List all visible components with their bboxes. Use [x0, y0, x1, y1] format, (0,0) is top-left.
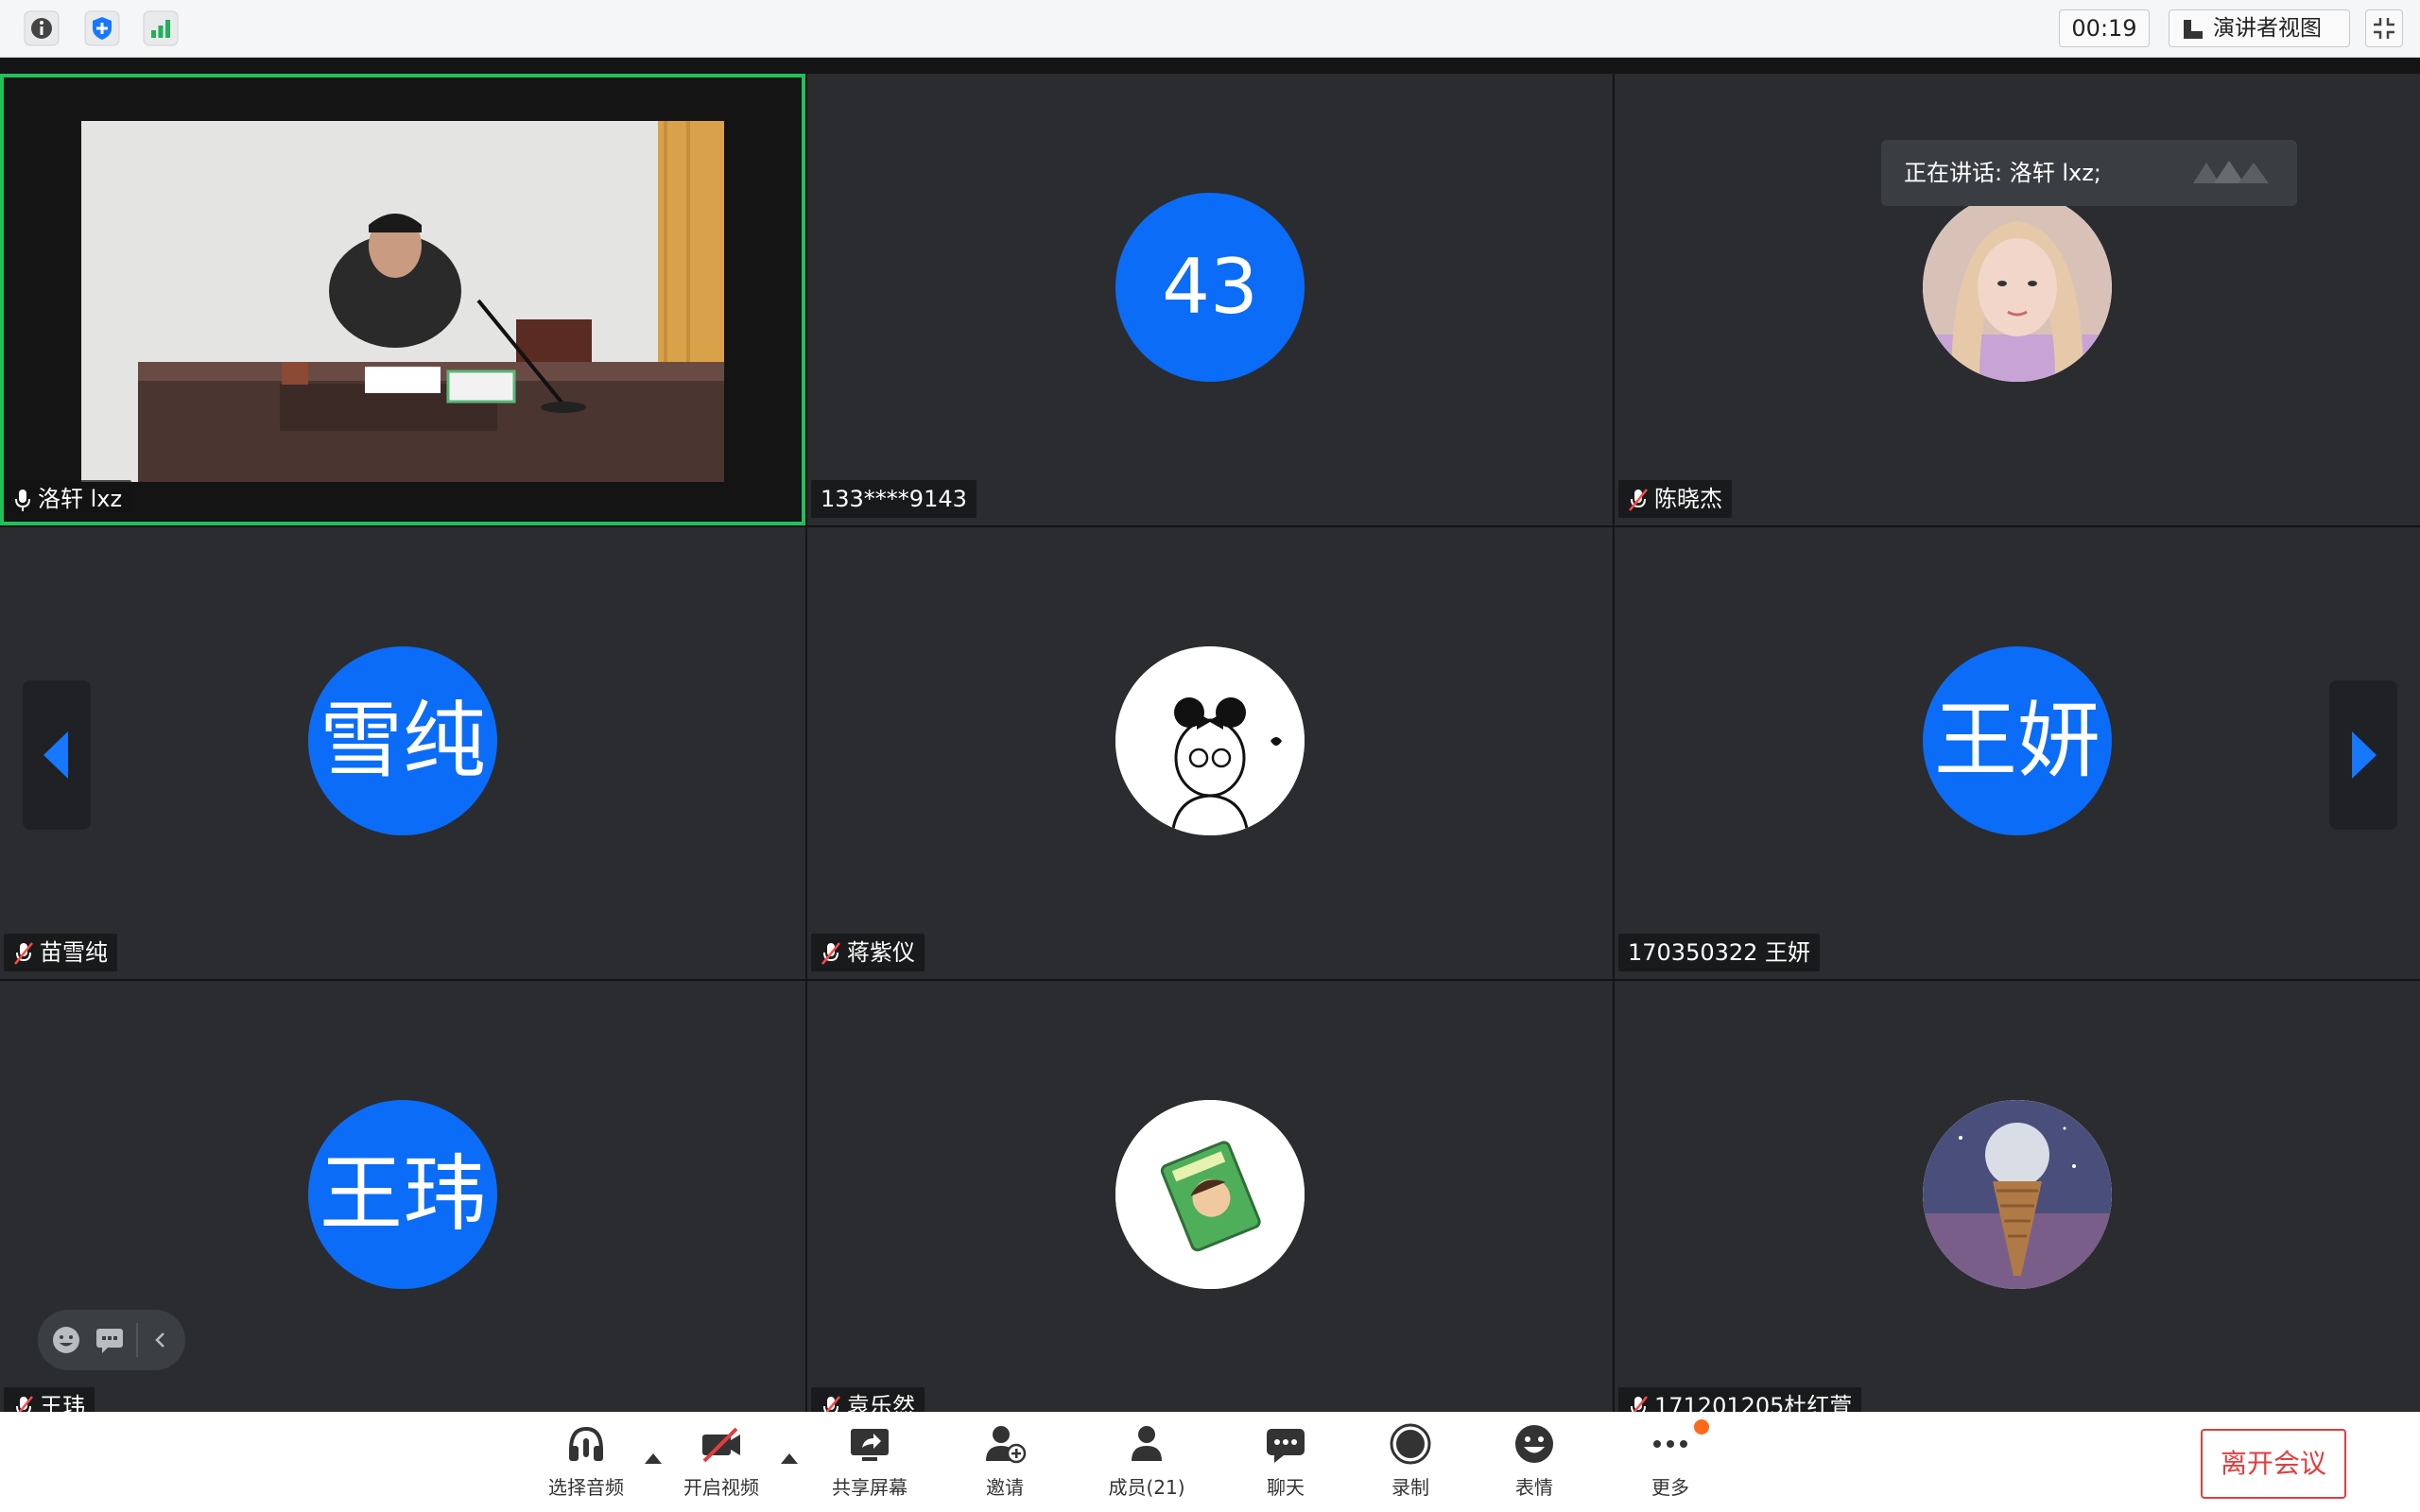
members-label: 成员(21) [1108, 1476, 1185, 1499]
participant-tile-8[interactable]: 袁乐然 [807, 981, 1613, 1412]
participant-name-tag: 王玮 [4, 1387, 95, 1412]
start-video-button[interactable]: 开启视频 [669, 1421, 773, 1506]
exit-fullscreen-button[interactable] [2365, 9, 2403, 47]
layout-icon [2184, 20, 2203, 39]
participant-name-tag: 133****9143 [811, 480, 977, 518]
chevron-left-icon [43, 731, 68, 779]
participant-avatar: 43 [1115, 193, 1305, 382]
participant-name-tag: 170350322 王妍 [1618, 934, 1821, 971]
headphones-icon [569, 1426, 603, 1461]
chat-icon [1267, 1429, 1305, 1463]
participant-name-tag: 苗雪纯 [4, 934, 117, 971]
chat-label: 聊天 [1267, 1476, 1305, 1499]
notification-dot [1694, 1419, 1709, 1435]
participant-avatar [1923, 193, 2112, 382]
invite-label: 邀请 [986, 1476, 1024, 1499]
emoji-icon [1515, 1425, 1553, 1463]
participant-avatar [1115, 646, 1305, 835]
participant-name-tag: 洛轩 lxz [4, 480, 132, 518]
record-button[interactable]: 录制 [1358, 1421, 1462, 1506]
more-button[interactable]: 更多 [1618, 1421, 1722, 1506]
network-signal-icon[interactable] [142, 9, 180, 47]
start-video-label: 开启视频 [683, 1476, 759, 1499]
participant-avatar: 雪纯 [308, 646, 497, 835]
participant-avatar: 王妍 [1923, 646, 2112, 835]
microphone-muted-icon [16, 1396, 33, 1412]
participant-name-tag: 袁乐然 [811, 1387, 925, 1412]
emoji-button[interactable]: 表情 [1482, 1421, 1586, 1506]
camera-off-icon [702, 1427, 740, 1463]
participant-avatar [1115, 1100, 1305, 1289]
record-icon [1390, 1423, 1431, 1465]
security-shield-icon[interactable] [83, 9, 121, 47]
microphone-muted-icon [821, 942, 840, 965]
more-label: 更多 [1651, 1476, 1689, 1499]
talking-indicator: 正在讲话: 洛轩 lxz; [1881, 140, 2297, 206]
select-audio-label: 选择音频 [548, 1476, 624, 1499]
microphone-muted-icon [823, 1396, 840, 1412]
members-icon [1132, 1426, 1162, 1461]
emoji-icon[interactable] [51, 1325, 81, 1355]
record-label: 录制 [1392, 1476, 1429, 1499]
info-icon[interactable] [23, 9, 60, 47]
participant-tile-1[interactable]: 洛轩 lxz [0, 74, 805, 525]
participant-name-tag: 陈晓杰 [1618, 480, 1732, 518]
invite-button[interactable]: 邀请 [953, 1421, 1057, 1506]
more-dots-icon [1653, 1440, 1687, 1448]
next-page-button[interactable] [2329, 680, 2397, 830]
select-audio-button[interactable]: 选择音频 [534, 1421, 638, 1506]
participant-tile-6[interactable]: 王妍 170350322 王妍 [1615, 527, 2420, 979]
top-bar: 00:19 演讲者视图 [0, 0, 2420, 58]
bullet-chat-icon[interactable] [95, 1325, 125, 1355]
participant-video [81, 121, 724, 482]
chat-button[interactable]: 聊天 [1234, 1421, 1338, 1506]
leave-meeting-button[interactable]: 离开会议 [2201, 1429, 2346, 1499]
collapse-chevron-icon[interactable] [147, 1327, 174, 1353]
previous-page-button[interactable] [23, 680, 91, 830]
participant-avatar: 王玮 [308, 1100, 497, 1289]
video-options-caret[interactable] [781, 1453, 798, 1464]
pill-divider [136, 1323, 138, 1357]
participant-tile-9[interactable]: 171201205杜红萱 [1615, 981, 2420, 1412]
app-logo-icon [2193, 161, 2269, 183]
audio-options-caret[interactable] [645, 1453, 662, 1464]
participant-avatar [1923, 1100, 2112, 1289]
participant-tile-5[interactable]: 蒋紫仪 [807, 527, 1613, 979]
add-user-icon [986, 1426, 1027, 1464]
speaker-view-label: 演讲者视图 [2213, 16, 2322, 41]
participant-tile-4[interactable]: 雪纯 苗雪纯 [0, 527, 805, 979]
participant-tile-2[interactable]: 43 133****9143 [807, 74, 1613, 525]
meeting-timer: 00:19 [2059, 9, 2150, 47]
members-button[interactable]: 成员(21) [1095, 1421, 1199, 1506]
microphone-icon [15, 490, 30, 511]
share-screen-icon [851, 1429, 889, 1461]
bottom-toolbar: 选择音频 开启视频 共享屏幕 邀请 成员(21) 聊天 录制 表情 更多 离开会… [0, 1412, 2420, 1512]
talking-text: 正在讲话: 洛轩 lxz; [1904, 160, 2101, 186]
exit-fullscreen-icon [2374, 18, 2394, 39]
speaker-view-button[interactable]: 演讲者视图 [2169, 9, 2350, 47]
microphone-muted-icon [1629, 489, 1648, 511]
share-screen-label: 共享屏幕 [832, 1476, 908, 1499]
chevron-right-icon [2352, 731, 2377, 779]
microphone-muted-icon [14, 942, 33, 965]
microphone-muted-icon [1631, 1396, 1648, 1412]
participant-name-tag: 蒋紫仪 [811, 934, 925, 971]
video-grid: 洛轩 lxz 43 133****9143 陈晓杰 雪纯 苗雪纯 蒋紫仪 王妍 … [0, 74, 2420, 1412]
reaction-pill [38, 1310, 185, 1370]
share-screen-button[interactable]: 共享屏幕 [818, 1421, 922, 1506]
participant-name-tag: 171201205杜红萱 [1618, 1387, 1862, 1412]
emoji-label: 表情 [1515, 1476, 1553, 1499]
